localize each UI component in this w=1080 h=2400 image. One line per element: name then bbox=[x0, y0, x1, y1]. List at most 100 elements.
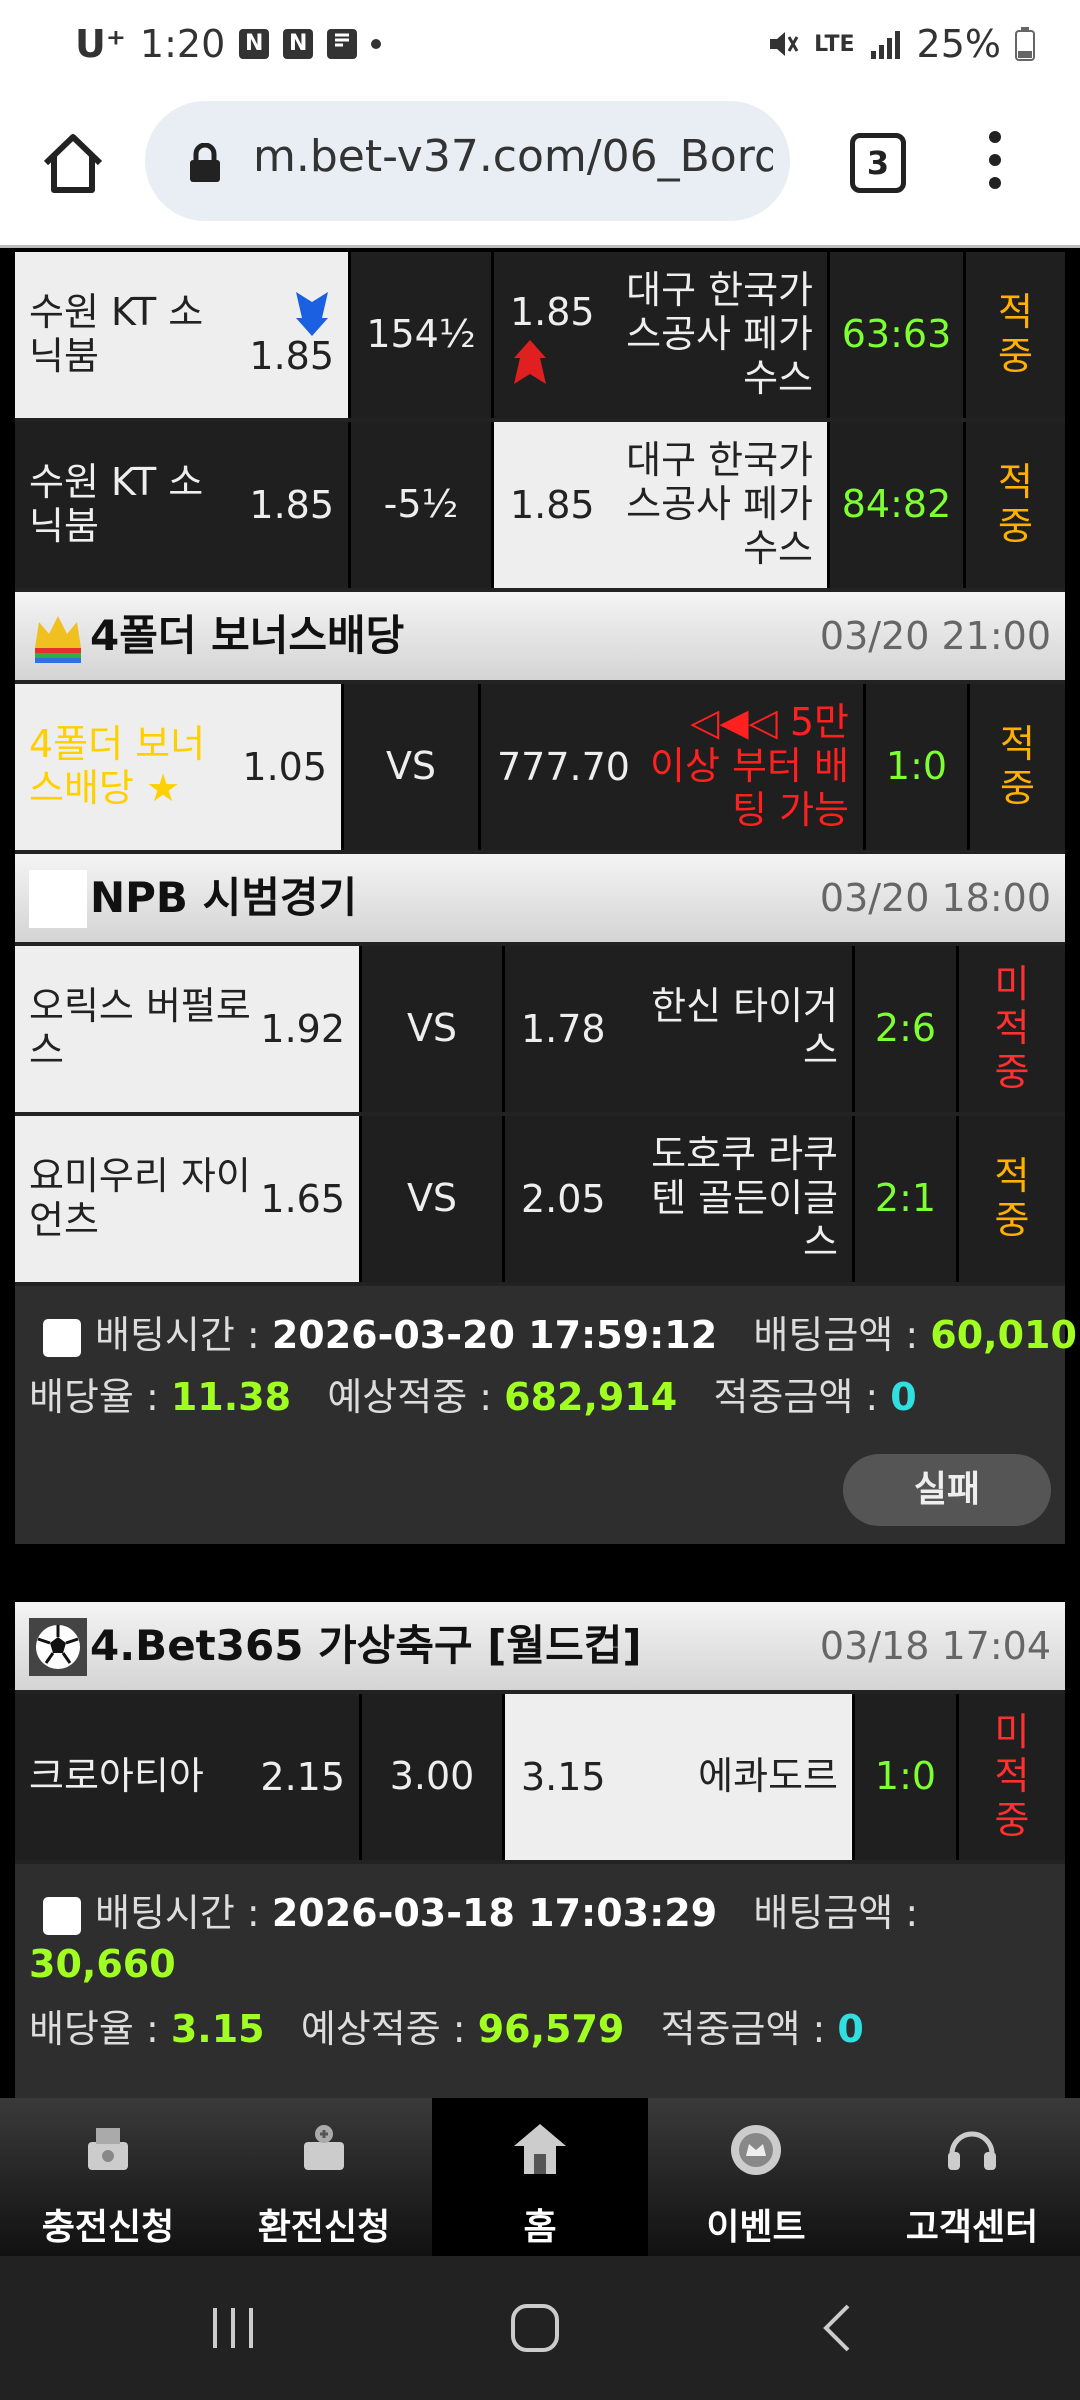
away-pick-cell[interactable]: 2.05 도호쿠 라쿠텐 골든이글스 bbox=[505, 1116, 855, 1282]
bet-amount-label: 배팅금액 : bbox=[753, 1313, 919, 1357]
nav-customer-center[interactable]: 고객센터 bbox=[864, 2098, 1080, 2256]
clock: 1:20 bbox=[139, 22, 226, 66]
bet-slip-2: 4.Bet365 가상축구 [월드컵] 03/18 17:04 크로아티아 2.… bbox=[15, 1602, 1065, 2098]
league-title: 4폴더 보너스배당 bbox=[90, 611, 405, 660]
home-team-name: 요미우리 자이언츠 bbox=[29, 1154, 251, 1242]
nav-withdraw[interactable]: 환전신청 bbox=[216, 2098, 432, 2256]
away-pick-cell[interactable]: 3.15 에콰도르 bbox=[505, 1694, 855, 1860]
home-pick-cell[interactable]: 수원 KT 소닉붐 1.85 bbox=[15, 422, 351, 588]
match-score: 63:63 bbox=[841, 312, 952, 357]
browser-toolbar: m.bet-v37.com/06_Bord 3 bbox=[0, 95, 1080, 248]
away-odd: 1.85 bbox=[510, 483, 595, 527]
bet-summary-line-2: 배당율 : 11.38 예상적중 : 682,914 적중금액 : 0 bbox=[29, 1366, 917, 1421]
match-score: 84:82 bbox=[841, 482, 952, 527]
away-odd: 777.70 bbox=[497, 745, 630, 789]
bet-amount-value: 60,010 bbox=[930, 1313, 1077, 1357]
home-team-name: 수원 KT 소닉붐 bbox=[29, 460, 204, 548]
result-status: 적중 bbox=[998, 460, 1033, 548]
away-pick-cell[interactable]: 1.78 한신 타이거스 bbox=[505, 946, 855, 1112]
bet-summary-line-3: 배당율 : 3.15 예상적중 : 96,579 적중금액 : 0 bbox=[29, 1998, 864, 2053]
recent-apps-button[interactable] bbox=[203, 2298, 263, 2358]
bet-history-list[interactable]: 수원 KT 소닉붐 1.85 154½ 1.85 대구 한국가스공사 페가수스 … bbox=[0, 248, 1080, 2098]
address-bar[interactable]: m.bet-v37.com/06_Bord bbox=[145, 101, 790, 221]
match-row: 4폴더 보너스배당 ★ 1.05 VS 777.70 ◁◀◁ 5만 이상 부터 … bbox=[15, 684, 1065, 850]
result-cell: 미적중 bbox=[959, 1694, 1065, 1860]
home-odd: 2.15 bbox=[260, 1755, 345, 1799]
home-pick-cell[interactable]: 요미우리 자이언츠 1.65 bbox=[15, 1116, 362, 1282]
crown-icon bbox=[35, 616, 81, 663]
expected-win-label: 예상적중 : bbox=[300, 2007, 466, 2051]
nav-home[interactable]: 홈 bbox=[432, 2098, 648, 2256]
match-score: 1:0 bbox=[874, 1754, 937, 1799]
home-odd: 1.65 bbox=[260, 1177, 345, 1221]
match-row: 수원 KT 소닉붐 1.85 154½ 1.85 대구 한국가스공사 페가수스 … bbox=[15, 252, 1065, 418]
odds-rate-value: 3.15 bbox=[170, 2007, 265, 2051]
score-cell: 1:0 bbox=[866, 684, 970, 850]
fail-status-button[interactable]: 실패 bbox=[843, 1454, 1051, 1526]
home-pick-cell[interactable]: 4폴더 보너스배당 ★ 1.05 bbox=[15, 684, 344, 850]
soccer-ball-icon bbox=[29, 1618, 87, 1676]
away-pick-cell[interactable]: 1.85 대구 한국가스공사 페가수스 bbox=[494, 422, 830, 588]
vs-label: VS bbox=[406, 1176, 458, 1221]
result-cell: 적중 bbox=[970, 684, 1065, 850]
match-row: 크로아티아 2.15 3.00 3.15 에콰도르 1:0 미적중 bbox=[15, 1694, 1065, 1860]
bottom-navigation: 충전신청 환전신청 홈 이벤트 고객센터 bbox=[0, 2098, 1080, 2256]
browser-home-button[interactable] bbox=[38, 129, 108, 199]
select-checkbox[interactable] bbox=[43, 1318, 81, 1357]
away-odd: 2.05 bbox=[521, 1177, 606, 1221]
nav-event[interactable]: 이벤트 bbox=[648, 2098, 864, 2256]
back-button[interactable] bbox=[810, 2298, 870, 2358]
away-pick-cell[interactable]: 1.85 대구 한국가스공사 페가수스 bbox=[494, 252, 830, 418]
up-arrow-icon bbox=[514, 340, 546, 384]
more-notifications-dot bbox=[371, 39, 382, 49]
league-date: 03/20 18:00 bbox=[819, 876, 1051, 920]
withdraw-icon bbox=[304, 2125, 344, 2170]
vs-cell: VS bbox=[362, 946, 505, 1112]
mute-icon bbox=[770, 32, 799, 56]
event-icon bbox=[731, 2125, 781, 2175]
won-amount-value: 0 bbox=[837, 2007, 864, 2051]
match-row: 요미우리 자이언츠 1.65 VS 2.05 도호쿠 라쿠텐 골든이글스 2:1… bbox=[15, 1116, 1065, 1282]
home-pick-cell[interactable]: 오릭스 버펄로스 1.92 bbox=[15, 946, 362, 1112]
league-date: 03/18 17:04 bbox=[819, 1624, 1051, 1668]
match-score: 2:6 bbox=[874, 1006, 937, 1051]
expected-win-label: 예상적중 : bbox=[327, 1375, 493, 1419]
vs-label: VS bbox=[406, 1006, 458, 1051]
won-amount-label: 적중금액 : bbox=[660, 2007, 826, 2051]
vs-label: VS bbox=[385, 744, 437, 789]
lock-icon bbox=[190, 143, 220, 182]
result-cell: 적중 bbox=[966, 252, 1065, 418]
battery-icon bbox=[1015, 27, 1035, 61]
battery-percent: 25% bbox=[916, 22, 1001, 66]
system-navigation-bar bbox=[0, 2256, 1080, 2400]
draw-odd: 3.00 bbox=[389, 1754, 475, 1799]
deposit-icon bbox=[88, 2128, 128, 2170]
signal-icon bbox=[870, 31, 900, 59]
result-status: 적중 bbox=[998, 290, 1033, 378]
tab-switcher-button[interactable]: 3 bbox=[850, 133, 906, 193]
match-score: 2:1 bbox=[874, 1176, 937, 1221]
won-amount-value: 0 bbox=[890, 1375, 917, 1419]
nav-deposit[interactable]: 충전신청 bbox=[0, 2098, 216, 2256]
home-pick-cell[interactable]: 크로아티아 2.15 bbox=[15, 1694, 362, 1860]
home-button[interactable] bbox=[505, 2298, 565, 2358]
naver-notification-icon-2: N bbox=[283, 29, 314, 59]
home-odd: 1.85 bbox=[249, 483, 334, 527]
draw-cell[interactable]: 3.00 bbox=[362, 1694, 505, 1860]
carrier-label: U⁺ bbox=[75, 22, 126, 66]
match-row: 오릭스 버펄로스 1.92 VS 1.78 한신 타이거스 2:6 미적중 bbox=[15, 946, 1065, 1112]
menu-dot bbox=[989, 131, 1001, 143]
select-checkbox[interactable] bbox=[43, 1896, 81, 1935]
browser-menu-button[interactable] bbox=[985, 131, 1005, 201]
match-score: 1:0 bbox=[885, 744, 948, 789]
bet-summary-line-2: 30,660 bbox=[29, 1942, 176, 1986]
away-odd: 3.15 bbox=[521, 1755, 606, 1799]
away-pick-cell[interactable]: 777.70 ◁◀◁ 5만 이상 부터 배팅 가능 bbox=[481, 684, 866, 850]
bet-time-value: 2026-03-20 17:59:12 bbox=[271, 1313, 718, 1357]
away-odd: 1.78 bbox=[521, 1007, 606, 1051]
nav-label: 환전신청 bbox=[257, 2207, 391, 2248]
bet-time-label: 배팅시간 : bbox=[95, 1313, 260, 1357]
home-pick-cell[interactable]: 수원 KT 소닉붐 1.85 bbox=[15, 252, 351, 418]
menu-dot bbox=[989, 177, 1001, 189]
vs-cell: VS bbox=[344, 684, 481, 850]
